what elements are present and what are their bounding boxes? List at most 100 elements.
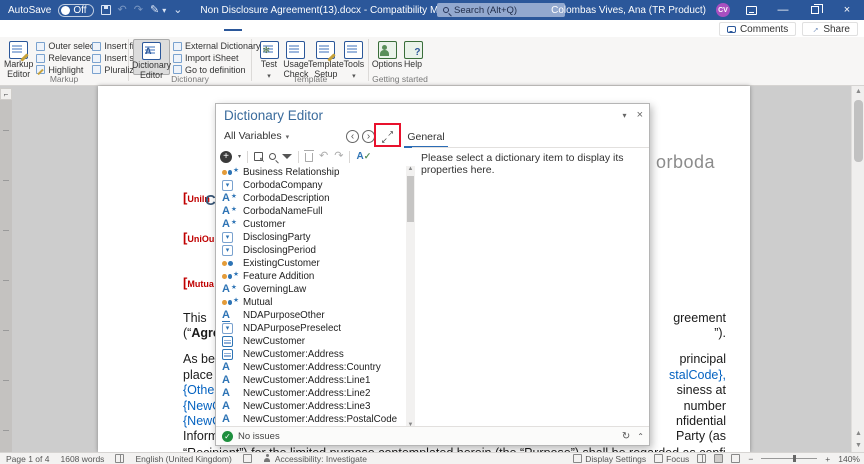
ribbon-tab[interactable]: [62, 27, 80, 31]
delete-icon[interactable]: [305, 153, 313, 162]
display-settings-button[interactable]: Display Settings: [573, 454, 646, 464]
web-layout-icon[interactable]: [731, 454, 740, 463]
share-button[interactable]: → Share: [802, 22, 858, 36]
minimize-button[interactable]: —: [772, 0, 794, 20]
autosave-toggle[interactable]: Off: [58, 4, 93, 17]
panel-close-icon[interactable]: ×: [637, 109, 643, 121]
tab-general[interactable]: General: [404, 128, 448, 148]
scrollbar-thumb[interactable]: [854, 100, 863, 162]
ribbon-display-options-button[interactable]: [740, 0, 762, 20]
markup-editor-button[interactable]: Markup Editor: [4, 39, 33, 75]
outer-select-button[interactable]: Outer select: [33, 41, 89, 52]
variable-list-item[interactable]: ★ Mutual: [222, 296, 404, 309]
quick-access-overflow-icon[interactable]: ⌄: [173, 5, 182, 16]
variable-list-item[interactable]: NewCustomer:Address: [222, 348, 404, 361]
collapse-status-icon[interactable]: ⌃: [637, 432, 644, 441]
variable-list-item[interactable]: A★ CorbodaNameFull: [222, 205, 404, 218]
previous-page-icon[interactable]: ▲: [852, 428, 864, 440]
variable-list-item[interactable]: ▾ CorbodaCompany: [222, 179, 404, 192]
variable-list-item[interactable]: A NewCustomer:Address:Country: [222, 361, 404, 374]
template-setup-button[interactable]: Template Setup: [310, 39, 342, 75]
panel-options-icon[interactable]: ▾: [623, 111, 627, 120]
ribbon-tab[interactable]: [152, 27, 170, 31]
scroll-up-icon[interactable]: ▲: [852, 86, 864, 98]
vertical-ruler[interactable]: [0, 100, 12, 452]
search-input[interactable]: Search (Alt+Q): [437, 3, 565, 17]
undo-icon[interactable]: ↶: [319, 151, 328, 162]
redo-icon[interactable]: ↷: [134, 5, 143, 16]
ribbon-tab[interactable]: [98, 27, 116, 31]
close-button[interactable]: ×: [836, 0, 858, 20]
ribbon-tab[interactable]: [188, 27, 206, 31]
ribbon-tab[interactable]: [80, 27, 98, 31]
variable-list-item[interactable]: ★ Feature Addition: [222, 270, 404, 283]
macro-icon[interactable]: [243, 454, 252, 463]
variable-list-item[interactable]: A NewCustomer:Address:Line1: [222, 374, 404, 387]
restore-button[interactable]: [804, 0, 826, 20]
zoom-in-button[interactable]: +: [825, 454, 830, 464]
add-item-button[interactable]: +: [220, 151, 232, 163]
dictionary-editor-button[interactable]: Dictionary Editor: [133, 39, 170, 75]
zoom-out-button[interactable]: −: [748, 454, 753, 464]
variable-list-item[interactable]: ▾ NDAPurposePreselect: [222, 322, 404, 335]
validate-icon[interactable]: A✓: [356, 151, 371, 162]
ribbon-tab[interactable]: [206, 27, 224, 31]
zoom-slider-thumb[interactable]: [793, 455, 796, 462]
ribbon-tab[interactable]: [134, 27, 152, 31]
focus-button[interactable]: Focus: [654, 454, 689, 464]
read-mode-icon[interactable]: [697, 454, 706, 463]
ribbon-tab[interactable]: [8, 27, 26, 31]
pen-tool-icon[interactable]: ✎▾: [150, 5, 166, 16]
usage-check-button[interactable]: Usage Check: [282, 39, 310, 75]
options-button[interactable]: Options: [373, 39, 401, 75]
nav-back-button[interactable]: ‹: [346, 130, 359, 143]
import-isheet-button[interactable]: Import iSheet: [170, 53, 250, 64]
ribbon-tab[interactable]: [26, 27, 44, 31]
variable-list-item[interactable]: A★ GoverningLaw: [222, 283, 404, 296]
external-dictionary-button[interactable]: External Dictionary: [170, 41, 250, 52]
user-name[interactable]: Colombas Vives, Ana (TR Product): [551, 5, 706, 16]
zoom-level[interactable]: 140%: [838, 454, 860, 464]
variable-list-item[interactable]: ▾ DisclosingParty: [222, 231, 404, 244]
ribbon-tab[interactable]: [224, 27, 242, 31]
ribbon-tab[interactable]: [116, 27, 134, 31]
variable-list-scrollbar[interactable]: ▲ ▼: [406, 166, 415, 428]
scroll-up-icon[interactable]: ▲: [406, 166, 415, 172]
avatar[interactable]: CV: [716, 3, 730, 17]
print-layout-icon[interactable]: [714, 454, 723, 463]
proofing-icon[interactable]: [115, 454, 124, 463]
tab-selector[interactable]: ⌐: [0, 88, 12, 100]
variable-filter-dropdown[interactable]: All Variables▾: [224, 130, 289, 142]
search-icon[interactable]: [269, 153, 276, 160]
redo-icon[interactable]: ↷: [334, 151, 343, 162]
variable-list-item[interactable]: A★ CorbodaDescription: [222, 192, 404, 205]
ribbon-tab[interactable]: [170, 27, 188, 31]
word-count[interactable]: 1608 words: [60, 454, 104, 464]
refresh-icon[interactable]: ↻: [622, 431, 630, 442]
variable-list-item[interactable]: A NDAPurposeOther: [222, 309, 404, 322]
variable-list-item[interactable]: NewCustomer: [222, 335, 404, 348]
comments-button[interactable]: Comments: [719, 22, 796, 36]
scroll-down-icon[interactable]: ▼: [852, 440, 864, 452]
scrollbar-thumb[interactable]: [407, 176, 414, 222]
relevance-button[interactable]: Relevance: [33, 53, 89, 64]
variable-list-item[interactable]: ★ Business Relationship: [222, 166, 404, 179]
ribbon-tab[interactable]: [44, 27, 62, 31]
undo-icon[interactable]: ↶: [118, 5, 127, 16]
tools-button[interactable]: Tools ▾: [342, 39, 366, 75]
variable-list-item[interactable]: A NewCustomer:Address:PostalCode: [222, 413, 404, 426]
variable-list-item[interactable]: ▾ DisclosingPeriod: [222, 244, 404, 257]
add-item-dropdown-icon[interactable]: ▾: [238, 153, 241, 160]
test-button[interactable]: Test ▾: [256, 39, 282, 75]
help-button[interactable]: Help: [401, 39, 425, 75]
language-indicator[interactable]: English (United Kingdom): [135, 454, 231, 464]
save-icon[interactable]: [101, 5, 111, 15]
filter-icon[interactable]: [282, 154, 292, 164]
go-to-selection-icon[interactable]: [254, 152, 263, 161]
variable-list-item[interactable]: ExistingCustomer: [222, 257, 404, 270]
accessibility-status[interactable]: Accessibility: Investigate: [263, 454, 367, 464]
document-scrollbar[interactable]: ▲ ▲ ▼: [851, 86, 864, 452]
variable-list-item[interactable]: A NewCustomer:Address:Line2: [222, 387, 404, 400]
zoom-slider[interactable]: [761, 458, 817, 459]
variable-list-item[interactable]: A NewCustomer:Address:Line3: [222, 400, 404, 413]
